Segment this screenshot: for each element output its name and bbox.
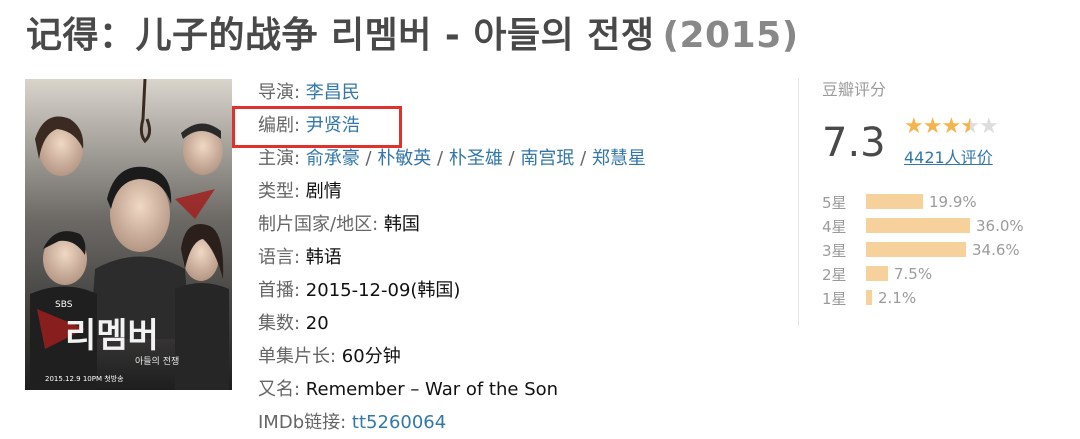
imdb-row: IMDb链接: tt5260064 [258, 412, 447, 433]
episodes-row: 集数: 20 [258, 313, 329, 334]
page-title: 记得：儿子的战争 리멤버 - 아들의 전쟁 (2015) [26, 6, 799, 58]
rating-dist-percent: 36.0% [976, 217, 1024, 235]
poster-top-caption: SBS [55, 300, 73, 310]
star-icon: ★★ [960, 114, 980, 139]
premiere-row: 首播: 2015-12-09(韩国) [258, 280, 461, 301]
genre-label: 类型 [258, 181, 294, 202]
language-row: 语言: 韩语 [258, 247, 342, 268]
rating-dist-label: 2星 [822, 266, 847, 284]
rating-stars: ★★★★★★ [904, 114, 999, 139]
runtime-label: 单集片长 [258, 346, 330, 367]
rating-dist-bar [866, 290, 872, 305]
episodes-label: 集数 [258, 313, 294, 334]
rating-dist-percent: 2.1% [878, 289, 917, 307]
genre-row: 类型: 剧情 [258, 181, 342, 202]
runtime-value: 60分钟 [341, 346, 401, 367]
rating-score: 7.3 [822, 120, 886, 166]
rating-dist-label: 3星 [822, 242, 847, 260]
cast-link[interactable]: 南宫珉 [520, 148, 574, 169]
cast-label: 主演 [258, 148, 294, 169]
imdb-link[interactable]: tt5260064 [352, 412, 446, 433]
director-link[interactable]: 李昌民 [306, 82, 360, 103]
poster-date: 2015.12.9 10PM 첫방송 [45, 374, 124, 383]
premiere-label: 首播 [258, 280, 294, 301]
rating-dist-label: 1星 [822, 290, 847, 308]
rating-dist-percent: 34.6% [972, 241, 1020, 259]
language-label: 语言 [258, 247, 294, 268]
imdb-label: IMDb链接 [258, 412, 341, 433]
aka-value: Remember – War of the Son [305, 379, 559, 400]
rating-dist-percent: 19.9% [929, 193, 977, 211]
poster-image[interactable]: SBS 리멤버 아들의 전쟁 2015.12.9 10PM 첫방송 [25, 79, 232, 390]
rating-dist-percent: 7.5% [894, 265, 933, 283]
genre-value: 剧情 [305, 181, 342, 202]
rating-dist-label: 4星 [822, 218, 847, 236]
country-value: 韩国 [383, 214, 420, 235]
rating-panel: 豆瓣评分 7.3 ★★★★★★ 4421人评价 5星19.9%4星36.0%3星… [822, 76, 1024, 308]
votes-link[interactable]: 4421人评价 [904, 144, 993, 168]
star-icon: ★ [904, 114, 924, 139]
star-icon: ★ [922, 114, 943, 139]
cast-link[interactable]: 朴圣雄 [449, 148, 503, 169]
star-half-fill: ★ [960, 114, 969, 139]
rating-label: 豆瓣评分 [822, 80, 887, 99]
language-value: 韩语 [305, 247, 342, 268]
cast-link[interactable]: 郑慧星 [592, 148, 646, 169]
director-label: 导演 [258, 82, 294, 103]
cast-link[interactable]: 俞承豪 [306, 148, 360, 169]
star-icon: ★ [941, 114, 961, 139]
cast-link[interactable]: 朴敏英 [377, 148, 431, 169]
title-text: 记得：儿子的战争 리멤버 - 아들의 전쟁 [26, 15, 655, 56]
country-label: 制片国家/地区 [258, 214, 373, 235]
title-year: (2015) [662, 15, 799, 56]
runtime-row: 单集片长: 60分钟 [258, 346, 401, 367]
poster-logo-sub: 아들의 전쟁 [135, 356, 179, 367]
rating-dist-bar [866, 242, 966, 257]
section-divider [798, 78, 799, 326]
country-row: 制片国家/地区: 韩国 [258, 214, 420, 235]
aka-row: 又名: Remember – War of the Son [258, 379, 559, 400]
rating-dist-bar [866, 194, 923, 209]
aka-label: 又名 [258, 379, 294, 400]
poster-logo: 리멤버 [65, 316, 159, 356]
rating-dist-bar [866, 266, 888, 281]
episodes-value: 20 [305, 313, 329, 334]
writer-highlight-box [232, 106, 402, 148]
star-icon: ★ [978, 114, 999, 139]
rating-dist-label: 5星 [822, 194, 847, 212]
premiere-value: 2015-12-09(韩国) [305, 280, 461, 301]
director-row: 导演: 李昌民 [258, 82, 360, 103]
rating-dist-bar [866, 218, 970, 233]
